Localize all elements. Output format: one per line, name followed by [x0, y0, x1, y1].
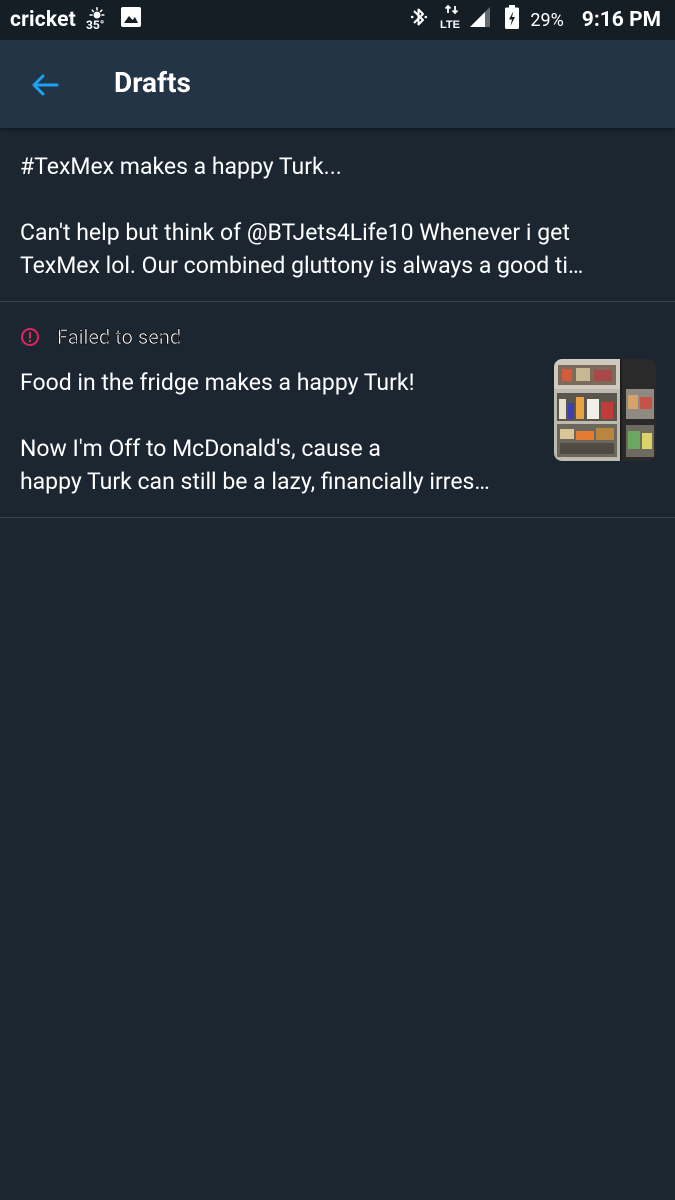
weather-temp: 35° [86, 18, 105, 32]
carrier-name: cricket [10, 8, 76, 32]
draft-text: #TexMex makes a happy Turk... Can't help… [20, 153, 584, 279]
sun-icon: 35° [86, 5, 108, 35]
battery-charging-icon [504, 4, 520, 36]
failed-status: Failed to send [20, 322, 181, 352]
arrow-left-icon [32, 74, 59, 96]
lte-icon: LTE [440, 4, 464, 36]
bluetooth-icon [410, 5, 428, 35]
drafts-list: #TexMex makes a happy Turk... Can't help… [0, 128, 675, 518]
battery-percent: 29% [530, 9, 564, 31]
page-title: Drafts [114, 66, 191, 99]
alert-circle-icon [21, 328, 39, 346]
clock: 9:16 PM [581, 8, 661, 32]
draft-item[interactable]: #TexMex makes a happy Turk... Can't help… [0, 128, 675, 302]
failed-label: Failed to send [57, 325, 182, 350]
network-label: LTE [440, 19, 460, 30]
draft-item[interactable]: Failed to send Food in the fridge makes … [0, 302, 675, 518]
back-button[interactable] [22, 62, 68, 108]
image-icon [120, 6, 142, 34]
signal-icon [468, 6, 492, 34]
status-bar-left: cricket 35° [10, 0, 142, 40]
draft-thumbnail [554, 359, 656, 461]
status-bar-right: LTE 29% 9:16 PM [410, 0, 661, 40]
draft-text: Food in the fridge makes a happy Turk! N… [20, 369, 490, 495]
status-bar: cricket 35° LTE 29% 9:16 PM [0, 0, 675, 40]
app-bar: Drafts [0, 40, 675, 128]
